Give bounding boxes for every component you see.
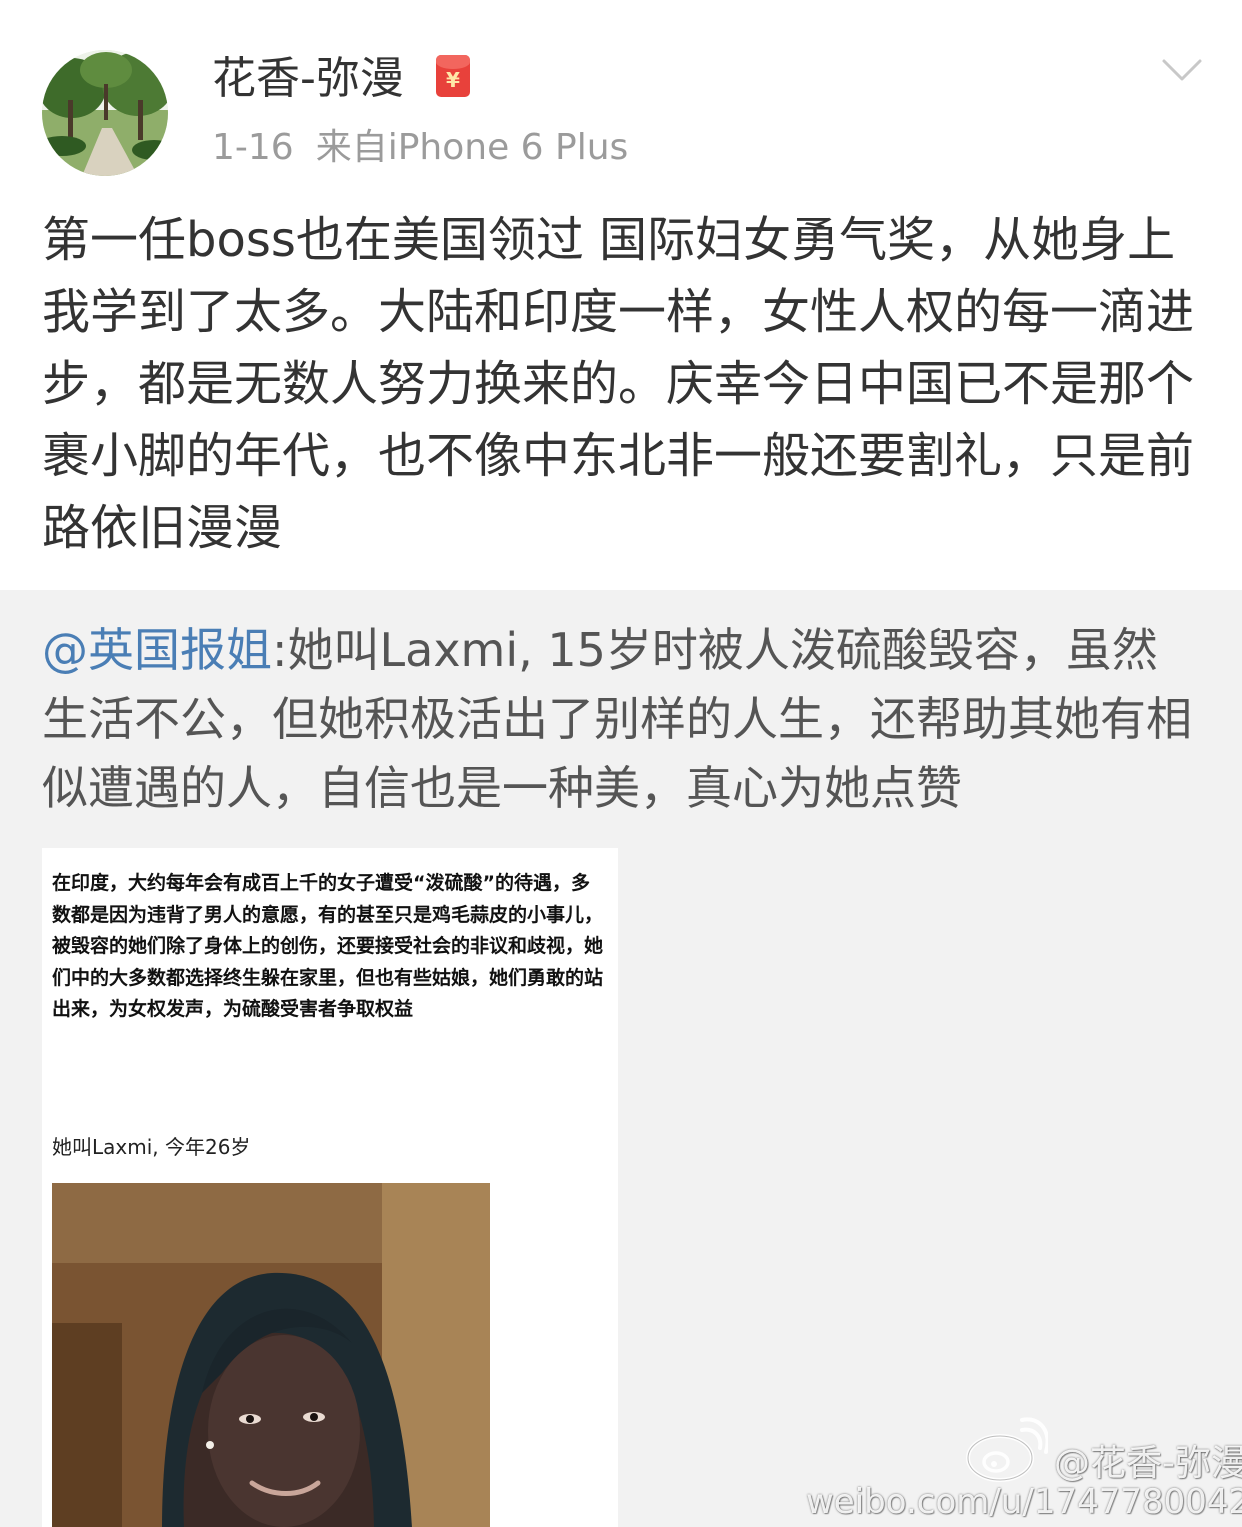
post-source[interactable]: 来自iPhone 6 Plus bbox=[316, 127, 629, 168]
red-packet-symbol: ¥ bbox=[446, 68, 460, 92]
red-packet-flap bbox=[436, 55, 470, 69]
repost-image[interactable]: 在印度，大约每年会有成百上千的女子遭受“泼硫酸”的待遇，多数都是因为违背了男人的… bbox=[42, 848, 618, 1527]
weibo-logo-icon bbox=[966, 1417, 1048, 1482]
avatar-image bbox=[42, 50, 168, 176]
repost-card[interactable]: @英国报姐:她叫Laxmi, 15岁时被人泼硫酸毁容，虽然生活不公，但她积极活出… bbox=[0, 590, 1242, 1527]
post-meta: 1-16 来自iPhone 6 Plus bbox=[212, 124, 628, 172]
avatar[interactable] bbox=[42, 50, 168, 176]
post-body: 第一任boss也在美国领过 国际妇女勇气奖，从她身上我学到了太多。大陆和印度一样… bbox=[42, 212, 1195, 556]
image-caption: 她叫Laxmi, 今年26岁 bbox=[52, 1135, 251, 1159]
repost-author-mention[interactable]: @英国报姐 bbox=[42, 623, 272, 677]
image-paragraph: 在印度，大约每年会有成百上千的女子遭受“泼硫酸”的待遇，多数都是因为违背了男人的… bbox=[52, 872, 604, 1020]
portrait-photo bbox=[52, 1183, 490, 1527]
repost-body: @英国报姐:她叫Laxmi, 15岁时被人泼硫酸毁容，虽然生活不公，但她积极活出… bbox=[42, 616, 1202, 823]
red-packet-icon[interactable]: ¥ bbox=[436, 55, 470, 97]
watermark-url: weibo.com/u/1747780042 bbox=[806, 1482, 1242, 1522]
post-header: 花香-弥漫 ¥ 1-16 来自iPhone 6 Plus bbox=[0, 0, 1242, 190]
chevron-down-icon[interactable] bbox=[1160, 48, 1204, 92]
post-date: 1-16 bbox=[212, 127, 294, 168]
author-name[interactable]: 花香-弥漫 bbox=[212, 50, 404, 108]
